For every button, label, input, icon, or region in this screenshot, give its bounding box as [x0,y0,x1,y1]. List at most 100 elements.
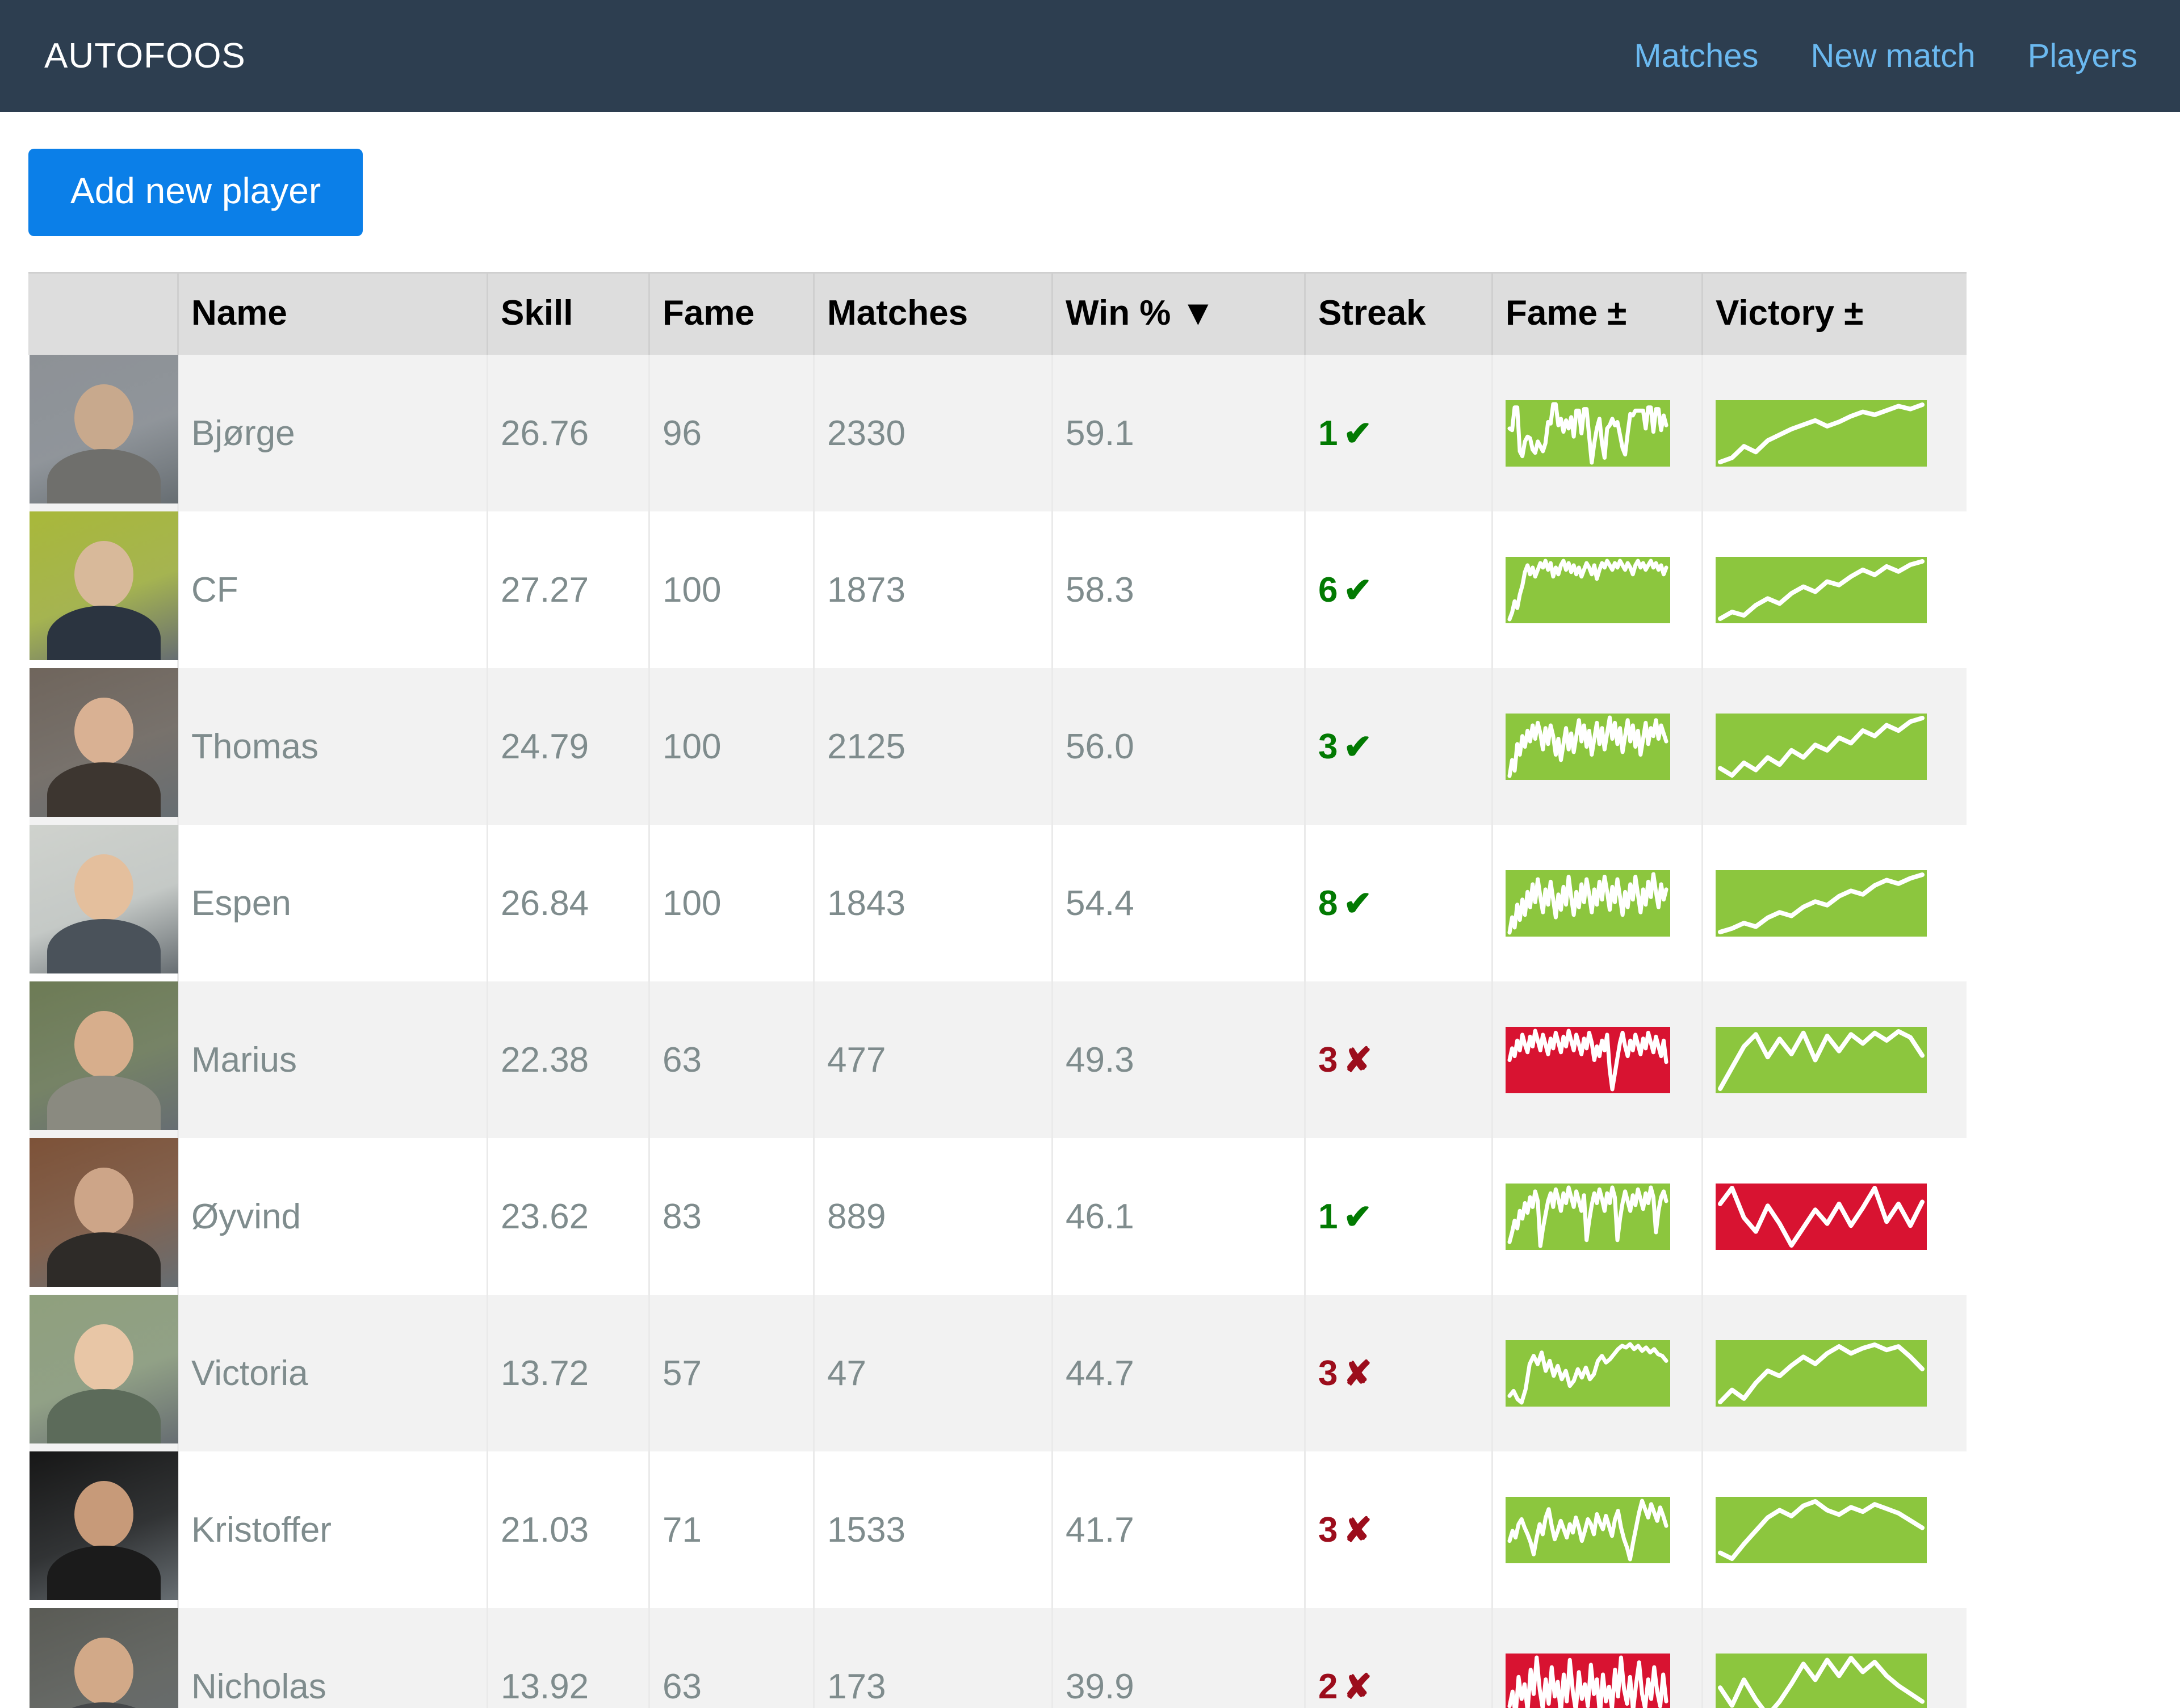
cell-avatar[interactable] [29,1295,178,1451]
cell-skill: 26.84 [487,825,649,981]
avatar-thomas[interactable] [29,668,178,817]
avatar-espen[interactable] [29,825,178,973]
cell-name[interactable]: CF [177,511,488,668]
streak-count: 2 [1318,1667,1338,1706]
avatar-head [74,541,133,608]
table-row[interactable]: CF 27.27 100 1873 58.3 6 ✔ [29,511,1967,668]
cell-win-percent: 41.7 [1051,1451,1305,1608]
table-row[interactable]: Victoria 13.72 57 47 44.7 3 ✘ [29,1295,1967,1451]
check-icon: ✔ [1343,414,1372,452]
cell-name[interactable]: Marius [177,981,488,1138]
nav-links: Matches New match Players [1634,37,2137,75]
cell-fame-delta [1491,1451,1703,1608]
cell-streak: 8 ✔ [1304,825,1493,981]
cell-matches: 1873 [813,511,1053,668]
cell-fame-delta [1491,981,1703,1138]
cell-avatar[interactable] [29,355,178,511]
cell-matches: 47 [813,1295,1053,1451]
column-header-name[interactable]: Name [177,272,488,355]
cell-skill: 22.38 [487,981,649,1138]
cell-skill: 21.03 [487,1451,649,1608]
players-table: Name Skill Fame Matches Win % ▼ Streak F… [28,272,1967,1708]
avatar-head [74,1324,133,1391]
cell-name[interactable]: Espen [177,825,488,981]
table-row[interactable]: Thomas 24.79 100 2125 56.0 3 ✔ [29,668,1967,825]
column-header-win-percent[interactable]: Win % ▼ [1051,272,1305,355]
cell-matches: 173 [813,1608,1053,1708]
cell-name[interactable]: Bjørge [177,355,488,511]
cell-name[interactable]: Kristoffer [177,1451,488,1608]
cell-fame-delta [1491,355,1703,511]
fame-delta-sparkline [1506,1496,1701,1563]
cell-avatar[interactable] [29,511,178,668]
cell-matches: 1533 [813,1451,1053,1608]
victory-delta-sparkline [1716,713,1967,780]
cell-fame: 100 [648,511,814,668]
avatar-victoria[interactable] [29,1295,178,1443]
cell-fame-delta [1491,1295,1703,1451]
table-row[interactable]: Bjørge 26.76 96 2330 59.1 1 ✔ [29,355,1967,511]
cell-victory-delta [1701,1138,1967,1295]
cell-win-percent: 44.7 [1051,1295,1305,1451]
table-row[interactable]: Nicholas 13.92 63 173 39.9 2 ✘ [29,1608,1967,1708]
avatar-cf[interactable] [29,511,178,660]
avatar-nicholas[interactable] [29,1608,178,1708]
cell-avatar[interactable] [29,1138,178,1295]
cell-victory-delta [1701,1608,1967,1708]
cell-victory-delta [1701,511,1967,668]
check-icon: ✔ [1343,1197,1372,1236]
nav-link-matches[interactable]: Matches [1634,37,1758,75]
avatar-marius[interactable] [29,981,178,1130]
app-brand[interactable]: AUTOFOOS [44,36,246,76]
cell-win-percent: 54.4 [1051,825,1305,981]
cell-fame-delta [1491,511,1703,668]
cross-icon: ✘ [1343,1510,1372,1549]
column-header-fame-delta[interactable]: Fame ± [1491,272,1703,355]
column-header-fame[interactable]: Fame [648,272,814,355]
table-row[interactable]: Marius 22.38 63 477 49.3 3 ✘ [29,981,1967,1138]
column-header-streak[interactable]: Streak [1304,272,1493,355]
avatar-kristoffer[interactable] [29,1451,178,1600]
nav-link-new-match[interactable]: New match [1811,37,1976,75]
cross-icon: ✘ [1343,1354,1372,1392]
column-header-skill[interactable]: Skill [487,272,649,355]
table-row[interactable]: Espen 26.84 100 1843 54.4 8 ✔ [29,825,1967,981]
column-header-victory-delta[interactable]: Victory ± [1701,272,1967,355]
cell-name[interactable]: Øyvind [177,1138,488,1295]
fame-delta-sparkline [1506,1183,1701,1250]
streak-count: 3 [1318,1510,1338,1550]
cell-streak: 3 ✘ [1304,981,1493,1138]
nav-link-players[interactable]: Players [2028,37,2137,75]
check-icon: ✔ [1343,570,1372,609]
cell-streak: 3 ✔ [1304,668,1493,825]
cell-fame: 83 [648,1138,814,1295]
cell-victory-delta [1701,355,1967,511]
cell-win-percent: 39.9 [1051,1608,1305,1708]
victory-delta-sparkline [1716,870,1967,937]
streak-count: 3 [1318,727,1338,766]
cell-name[interactable]: Victoria [177,1295,488,1451]
cell-avatar[interactable] [29,1451,178,1608]
cell-skill: 13.92 [487,1608,649,1708]
cell-avatar[interactable] [29,668,178,825]
cell-name[interactable]: Nicholas [177,1608,488,1708]
cell-avatar[interactable] [29,981,178,1138]
cell-streak: 1 ✔ [1304,1138,1493,1295]
victory-delta-sparkline [1716,1496,1967,1563]
avatar-bjorge[interactable] [29,355,178,503]
add-new-player-button[interactable]: Add new player [28,149,363,236]
column-header-matches[interactable]: Matches [813,272,1053,355]
fame-delta-sparkline [1506,713,1701,780]
table-row[interactable]: Kristoffer 21.03 71 1533 41.7 3 ✘ [29,1451,1967,1608]
avatar-head [74,1011,133,1078]
cell-avatar[interactable] [29,825,178,981]
avatar-head [74,1168,133,1235]
cell-avatar[interactable] [29,1608,178,1708]
avatar-head [74,1638,133,1705]
table-row[interactable]: Øyvind 23.62 83 889 46.1 1 ✔ [29,1138,1967,1295]
cell-skill: 13.72 [487,1295,649,1451]
avatar-oyvind[interactable] [29,1138,178,1287]
fame-delta-sparkline [1506,400,1701,467]
fame-delta-sparkline [1506,870,1701,937]
cell-name[interactable]: Thomas [177,668,488,825]
